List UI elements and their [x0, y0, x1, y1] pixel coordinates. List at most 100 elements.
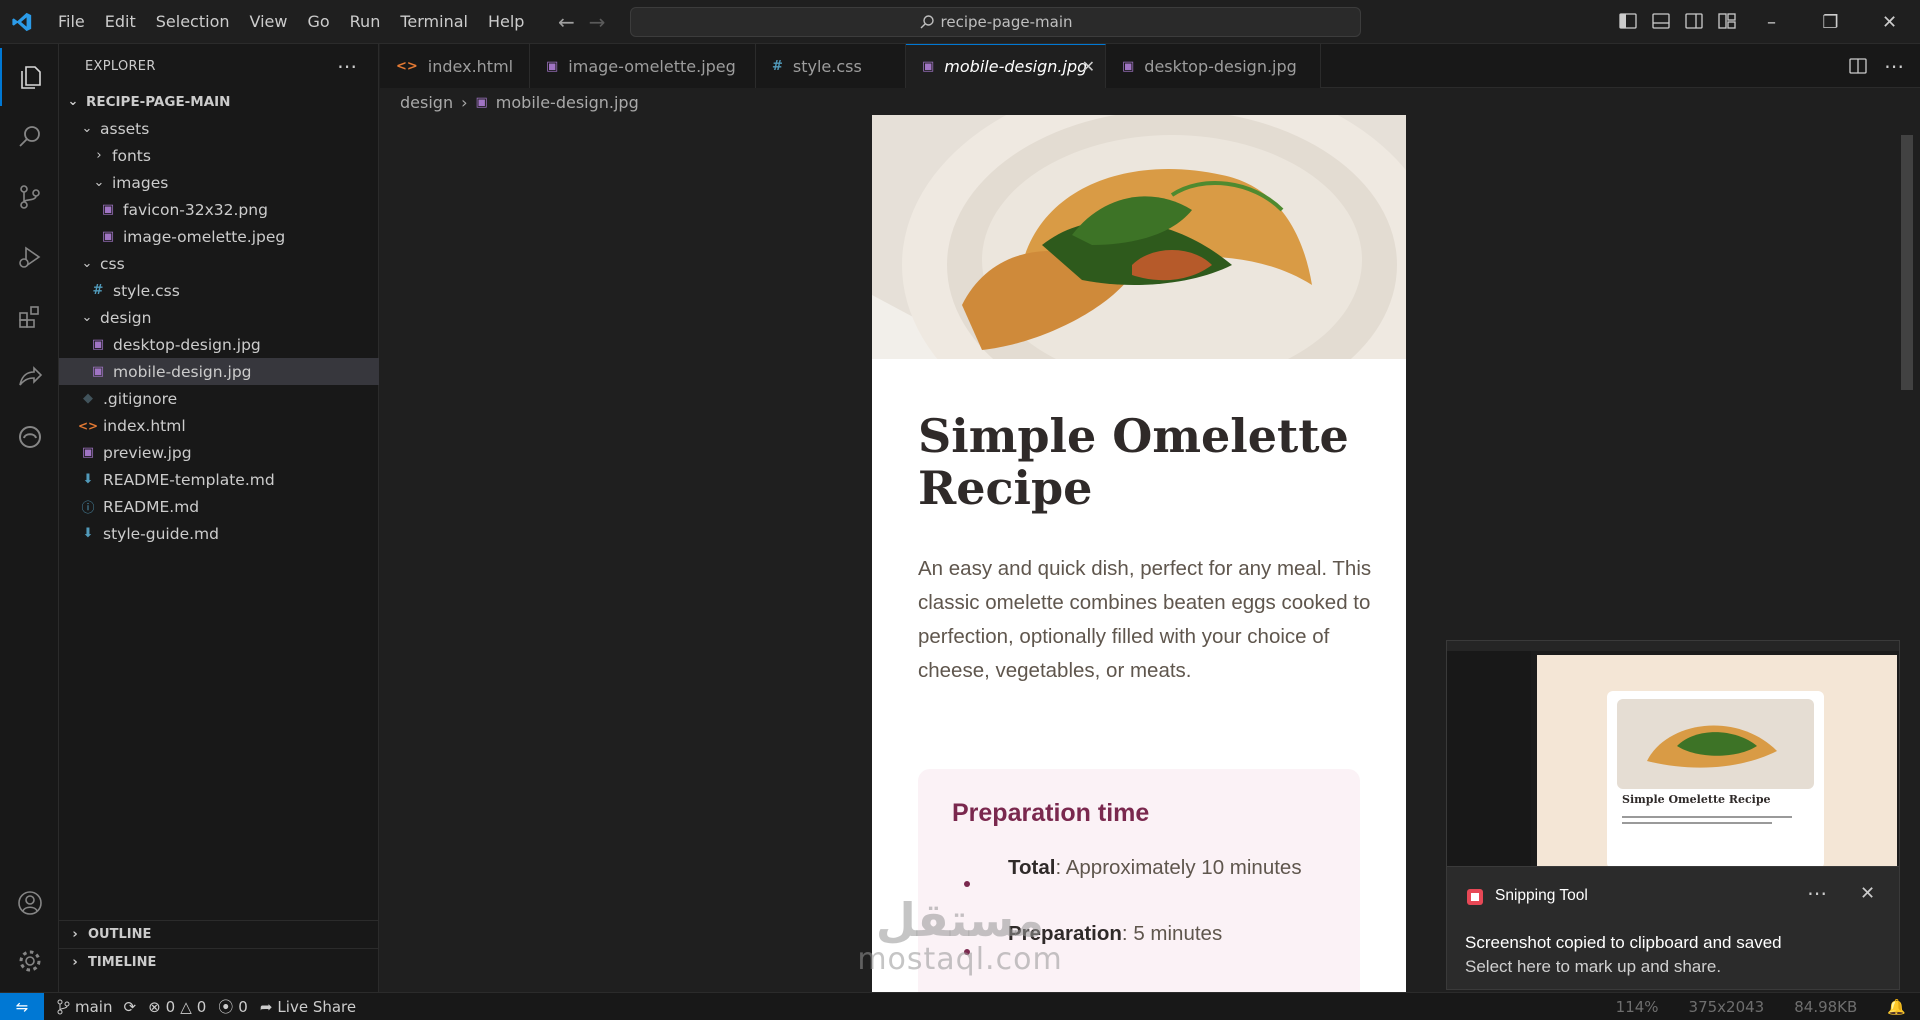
minimize-icon[interactable]: – [1742, 0, 1801, 44]
html-file-icon: <> [396, 58, 418, 74]
menu-run[interactable]: Run [340, 0, 391, 44]
back-arrow-icon[interactable]: ← [558, 10, 575, 34]
tree-item-label: fonts [112, 146, 151, 165]
live-share-button[interactable]: ➦ Live Share [260, 998, 356, 1016]
bullet-icon [964, 881, 970, 887]
prep-item-value: : Approximately 10 minutes [1055, 856, 1302, 879]
breadcrumb-folder[interactable]: design [400, 93, 453, 112]
image-file-icon: ▣ [81, 445, 95, 460]
sync-icon[interactable]: ⟳ [123, 998, 136, 1016]
explorer-icon[interactable] [0, 48, 59, 106]
settings-gear-icon[interactable] [0, 932, 59, 990]
tab-mobile-design[interactable]: ▣ mobile-design.jpg ✕ [906, 44, 1106, 88]
forward-arrow-icon[interactable]: → [589, 10, 606, 34]
menu-selection[interactable]: Selection [146, 0, 240, 44]
image-file-icon: ▣ [546, 58, 559, 74]
tree-item-label: image-omelette.jpeg [123, 227, 286, 246]
search-icon[interactable] [0, 108, 59, 166]
split-editor-icon[interactable] [1846, 54, 1870, 78]
ports-indicator[interactable]: ⦿ 0 [218, 996, 248, 1017]
more-actions-icon[interactable]: ⋯ [337, 54, 358, 78]
vscode-logo-icon [0, 0, 44, 44]
tree-item-label: README-template.md [103, 470, 275, 489]
menu-help[interactable]: Help [478, 0, 534, 44]
menu-edit[interactable]: Edit [95, 0, 146, 44]
toast-app-name: Snipping Tool [1495, 887, 1588, 904]
zoom-level[interactable]: 114% [1616, 998, 1659, 1016]
more-options-icon[interactable]: ⋯ [1807, 881, 1827, 905]
tree-item-gitignore[interactable]: ◆ .gitignore [59, 385, 379, 412]
workspace-root[interactable]: ⌄ RECIPE-PAGE-MAIN [59, 88, 379, 115]
account-icon[interactable] [0, 874, 59, 932]
watermark-latin: mostaql.com [857, 942, 1063, 977]
close-tab-icon[interactable]: ✕ [1082, 57, 1095, 76]
tree-item-index-html[interactable]: <> index.html [59, 412, 379, 439]
menu-file[interactable]: File [48, 0, 95, 44]
tab-label: mobile-design.jpg [944, 57, 1088, 76]
info-file-icon: ⓘ [81, 501, 95, 516]
error-icon: ⊗ [148, 997, 161, 1016]
breadcrumb-file[interactable]: mobile-design.jpg [496, 93, 639, 112]
tree-item-label: assets [100, 119, 150, 138]
remote-indicator-icon[interactable]: ⇋ [0, 992, 44, 1020]
customize-layout-icon[interactable] [1715, 9, 1739, 33]
tree-item-favicon[interactable]: ▣ favicon-32x32.png [59, 196, 379, 223]
run-debug-icon[interactable] [0, 228, 59, 286]
toggle-panel-icon[interactable] [1649, 9, 1673, 33]
command-center-search[interactable]: recipe-page-main [630, 7, 1361, 37]
tree-item-assets[interactable]: ⌄ assets [59, 115, 379, 142]
tree-item-desktop-design[interactable]: ▣ desktop-design.jpg [59, 331, 379, 358]
toast-headline: Screenshot copied to clipboard and saved [1465, 933, 1782, 952]
scrollbar-thumb[interactable] [1901, 135, 1913, 390]
tree-item-readme[interactable]: ⓘ README.md [59, 493, 379, 520]
tree-item-mobile-design[interactable]: ▣ mobile-design.jpg [59, 358, 379, 385]
image-file-icon: ▣ [91, 364, 105, 379]
menu-view[interactable]: View [240, 0, 298, 44]
close-window-icon[interactable]: ✕ [1860, 0, 1919, 44]
close-icon[interactable]: ✕ [1860, 883, 1875, 904]
tree-item-image-omelette[interactable]: ▣ image-omelette.jpeg [59, 223, 379, 250]
edge-browser-icon[interactable] [0, 408, 59, 466]
menu-terminal[interactable]: Terminal [390, 0, 478, 44]
warning-count: 0 [196, 997, 207, 1016]
tree-item-images[interactable]: ⌄ images [59, 169, 379, 196]
tree-item-readme-template[interactable]: ⬇ README-template.md [59, 466, 379, 493]
toggle-secondary-sidebar-icon[interactable] [1682, 9, 1706, 33]
tab-index-html[interactable]: <> index.html [380, 44, 530, 88]
image-file-icon: ▣ [922, 59, 935, 74]
chevron-down-icon: ⌄ [81, 310, 93, 325]
snipping-screenshot-thumbnail[interactable]: Simple Omelette Recipe [1446, 640, 1900, 868]
image-file-icon: ▣ [101, 202, 115, 217]
tree-item-preview[interactable]: ▣ preview.jpg [59, 439, 379, 466]
tab-image-omelette[interactable]: ▣ image-omelette.jpeg [530, 44, 756, 88]
tree-item-label: .gitignore [103, 389, 178, 408]
tab-desktop-design[interactable]: ▣ desktop-design.jpg [1106, 44, 1321, 88]
timeline-section[interactable]: › TIMELINE [59, 948, 379, 976]
tab-style-css[interactable]: # style.css [756, 44, 906, 88]
problems-indicator[interactable]: ⊗ 0 △ 0 [148, 998, 206, 1016]
tree-item-fonts[interactable]: › fonts [59, 142, 379, 169]
restore-icon[interactable]: ❐ [1801, 0, 1860, 44]
chevron-down-icon: ⌄ [81, 256, 93, 271]
outline-section[interactable]: › OUTLINE [59, 920, 379, 948]
tree-item-design[interactable]: ⌄ design [59, 304, 379, 331]
source-control-icon[interactable] [0, 168, 59, 226]
breadcrumb: design › ▣ mobile-design.jpg [400, 90, 639, 114]
tree-item-label: style-guide.md [103, 524, 219, 543]
toggle-primary-sidebar-icon[interactable] [1616, 9, 1640, 33]
ports-count: 0 [238, 997, 248, 1016]
tree-item-label: README.md [103, 497, 200, 516]
tab-label: index.html [427, 56, 514, 76]
branch-indicator[interactable]: main ⟳ [56, 998, 136, 1016]
live-share-icon[interactable] [0, 348, 59, 406]
tree-item-style-guide[interactable]: ⬇ style-guide.md [59, 520, 379, 547]
more-actions-icon[interactable]: ⋯ [1882, 54, 1906, 78]
snipping-tool-notification[interactable]: Snipping Tool ⋯ ✕ Screenshot copied to c… [1446, 866, 1900, 990]
markdown-file-icon: ⬇ [82, 526, 94, 541]
tree-item-css[interactable]: ⌄ css [59, 250, 379, 277]
notifications-bell-icon[interactable]: 🔔 [1887, 998, 1906, 1016]
menu-go[interactable]: Go [297, 0, 339, 44]
tree-item-style-css[interactable]: # style.css [59, 277, 379, 304]
extensions-icon[interactable] [0, 288, 59, 346]
image-file-icon: ▣ [1122, 58, 1135, 74]
